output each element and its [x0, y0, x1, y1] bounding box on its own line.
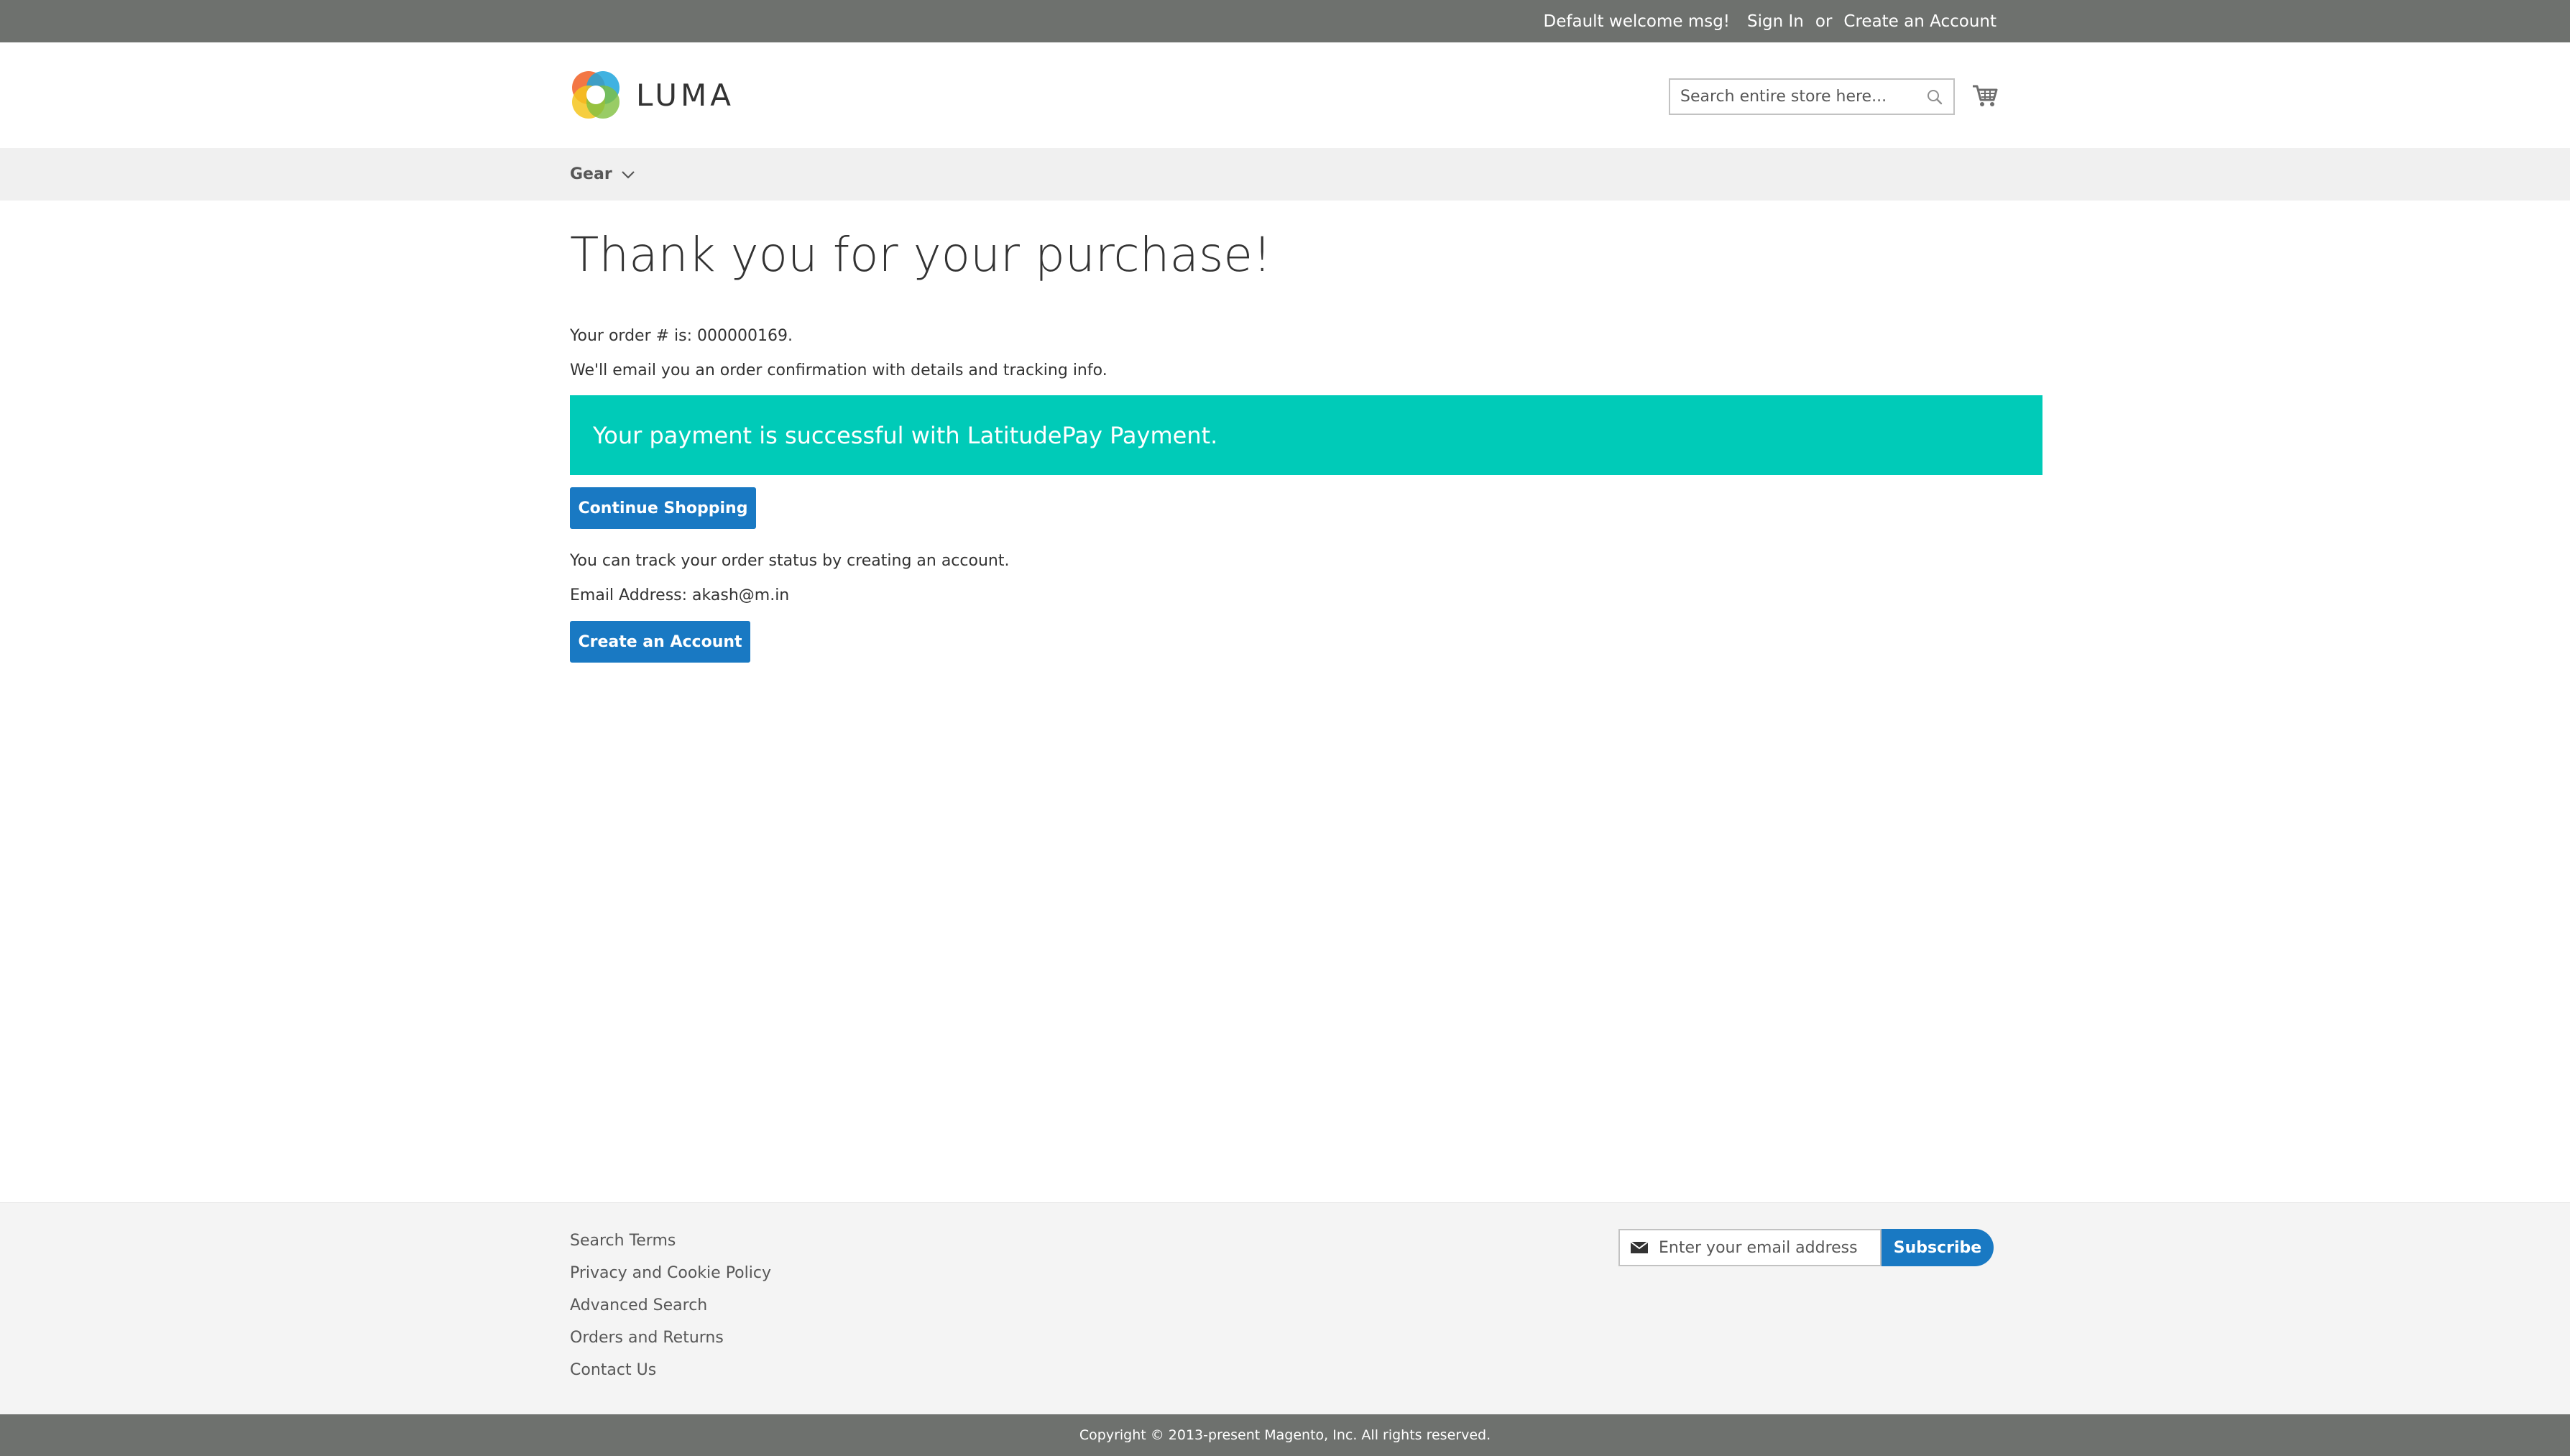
confirmation-text: We'll email you an order confirmation wi… [570, 361, 1107, 379]
luma-logo-icon [572, 71, 620, 119]
newsletter-field [1618, 1229, 1882, 1266]
chevron-down-icon [621, 170, 635, 179]
search-input[interactable] [1670, 80, 1920, 114]
footer-links: Search Terms Privacy and Cookie Policy A… [570, 1225, 771, 1386]
logo-text: LUMA [636, 77, 735, 113]
footer-link-orders-returns[interactable]: Orders and Returns [570, 1329, 724, 1347]
top-panel: Default welcome msg! Sign In or Create a… [0, 0, 2570, 42]
payment-success-banner: Your payment is successful with Latitude… [570, 395, 2042, 475]
search-box [1669, 78, 1955, 115]
nav-item-label: Gear [570, 165, 612, 183]
or-text: or [1815, 11, 1833, 31]
nav-item-gear[interactable]: Gear [570, 148, 635, 201]
track-order-text: You can track your order status by creat… [570, 552, 1010, 570]
continue-shopping-button[interactable]: Continue Shopping [570, 487, 756, 529]
search-icon[interactable] [1920, 83, 1949, 111]
payment-success-message: Your payment is successful with Latitude… [593, 421, 1218, 449]
header-links: Default welcome msg! Sign In or Create a… [1544, 0, 1996, 42]
newsletter-form: Subscribe [1618, 1229, 1994, 1266]
email-address-text: Email Address: akash@m.in [570, 586, 790, 604]
cart-icon[interactable] [1971, 80, 1999, 109]
envelope-icon [1630, 1241, 1649, 1253]
logo-link[interactable]: LUMA [570, 69, 734, 121]
newsletter-email-input[interactable] [1649, 1230, 1880, 1265]
order-number-text: Your order # is: 000000169. [570, 327, 793, 345]
create-account-button[interactable]: Create an Account [570, 621, 750, 663]
footer-link-contact[interactable]: Contact Us [570, 1361, 656, 1379]
copyright-text: Copyright © 2013-present Magento, Inc. A… [1079, 1427, 1491, 1443]
footer-link-privacy[interactable]: Privacy and Cookie Policy [570, 1264, 771, 1282]
page-title: Thank you for your purchase! [570, 227, 1272, 282]
sign-in-link[interactable]: Sign In [1747, 12, 1804, 31]
nav-bar: Gear [0, 148, 2570, 201]
subscribe-button[interactable]: Subscribe [1882, 1229, 1994, 1266]
copyright-bar: Copyright © 2013-present Magento, Inc. A… [0, 1414, 2570, 1456]
footer-link-advanced-search[interactable]: Advanced Search [570, 1296, 707, 1314]
welcome-message: Default welcome msg! [1543, 11, 1731, 31]
footer: Search Terms Privacy and Cookie Policy A… [0, 1202, 2570, 1415]
create-account-link[interactable]: Create an Account [1843, 12, 1996, 31]
footer-link-search-terms[interactable]: Search Terms [570, 1232, 676, 1250]
